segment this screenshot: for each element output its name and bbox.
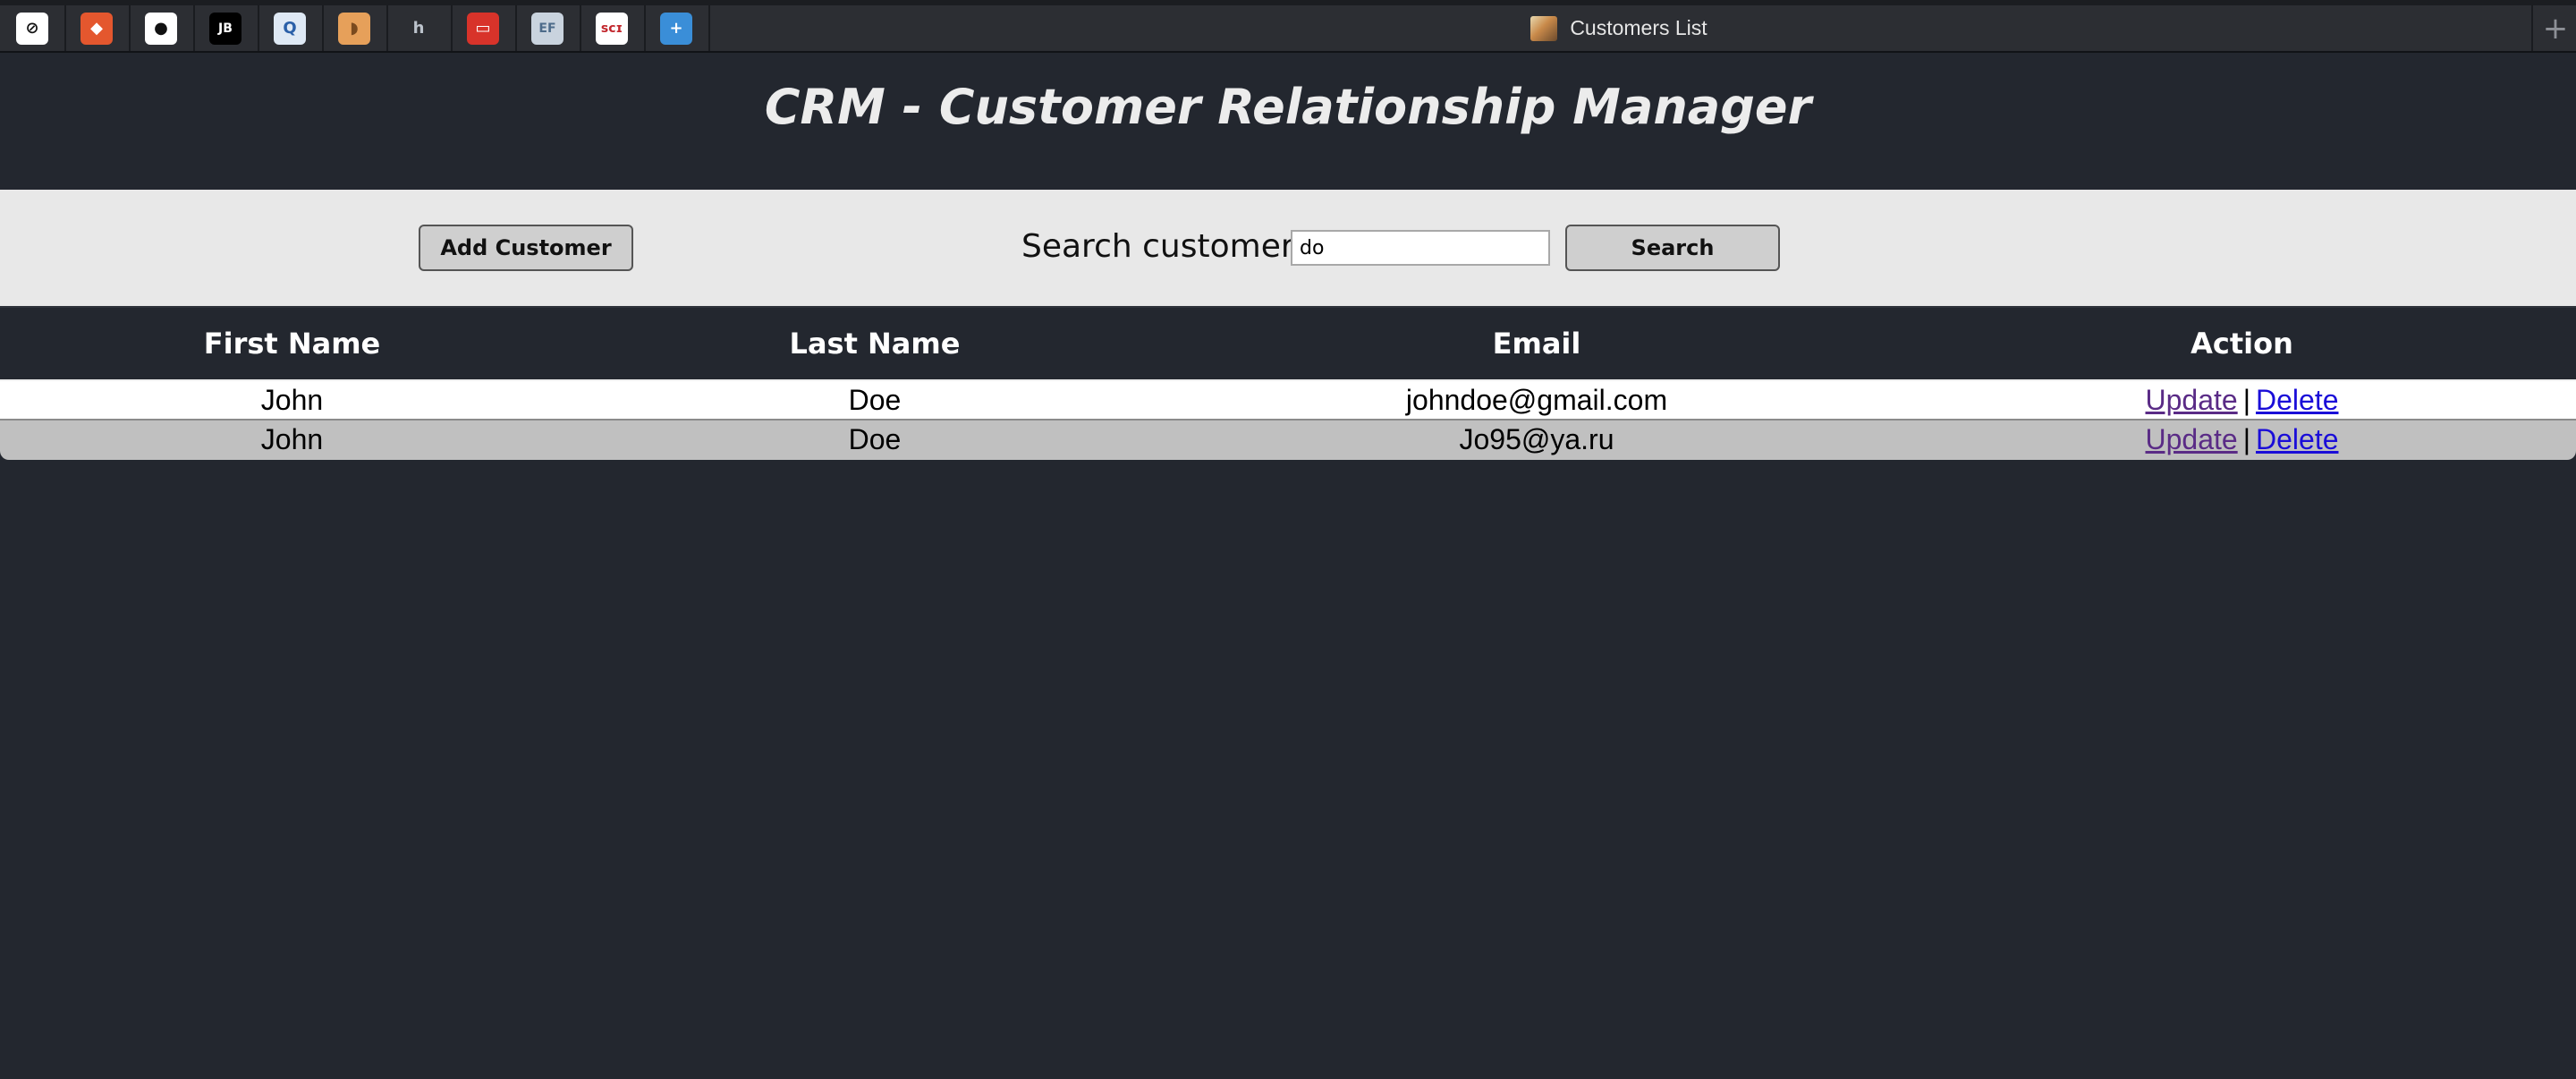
- bread-icon: ◗: [338, 12, 370, 45]
- pinned-tab[interactable]: Q: [258, 5, 324, 51]
- action-cell: Update | Delete: [1908, 381, 2576, 419]
- ef-icon: EF: [531, 12, 564, 45]
- hibernate-icon: h: [402, 12, 435, 45]
- search-button[interactable]: Search: [1565, 225, 1780, 271]
- pinned-tab[interactable]: JB: [193, 5, 259, 51]
- pinned-tab[interactable]: ◗: [322, 5, 388, 51]
- new-tab-button[interactable]: +: [2531, 5, 2576, 51]
- active-tab-title: Customers List: [1570, 16, 1707, 39]
- delete-link[interactable]: Delete: [2256, 384, 2339, 416]
- last-name-cell: Doe: [848, 423, 902, 455]
- circle-slash-icon: ⊘: [16, 12, 48, 45]
- column-header-action: Action: [2190, 327, 2293, 361]
- pinned-tab[interactable]: EF: [515, 5, 581, 51]
- search-input[interactable]: [1291, 230, 1550, 266]
- pinned-tab[interactable]: ◆: [64, 5, 131, 51]
- plus-square-icon: +: [660, 12, 692, 45]
- action-cell: Update | Delete: [1908, 421, 2576, 460]
- update-link[interactable]: Update: [2146, 423, 2238, 455]
- browser-tab-bar: ⊘ ◆ ● JB Q ◗ h ▭ EF ꜱᴄɪ + Customers List +: [0, 0, 2576, 53]
- search-label: Search customer:: [1021, 228, 1305, 265]
- jetbrains-icon: JB: [209, 12, 242, 45]
- action-separator: |: [2242, 423, 2250, 455]
- last-name-cell: Doe: [848, 384, 902, 416]
- quicksearch-icon: Q: [274, 12, 306, 45]
- pinned-tab[interactable]: ●: [129, 5, 195, 51]
- first-name-cell: John: [260, 384, 324, 416]
- toolbar: Add Customer Search customer: Search: [0, 190, 2576, 306]
- page-header: CRM - Customer Relationship Manager: [0, 53, 2576, 190]
- active-tab[interactable]: Customers List: [707, 5, 2531, 51]
- update-link[interactable]: Update: [2146, 384, 2238, 416]
- add-customer-button[interactable]: Add Customer: [419, 225, 633, 271]
- first-name-cell: John: [260, 423, 324, 455]
- msci-icon: ꜱᴄɪ: [596, 12, 628, 45]
- email-cell: Jo95@ya.ru: [1459, 423, 1614, 455]
- pinned-tab[interactable]: ▭: [451, 5, 517, 51]
- page-title: CRM - Customer Relationship Manager: [764, 79, 1812, 135]
- pinned-tab[interactable]: +: [644, 5, 710, 51]
- customers-tab-icon: [1530, 15, 1558, 41]
- column-header-first-name: First Name: [203, 327, 381, 361]
- table-row: John Doe johndoe@gmail.com Update | Delete: [0, 381, 2576, 421]
- oracle-icon: ▭: [467, 12, 499, 45]
- customers-table: First Name Last Name Email Action John D…: [0, 306, 2576, 460]
- table-header-row: First Name Last Name Email Action: [0, 306, 2576, 381]
- delete-link[interactable]: Delete: [2256, 423, 2339, 455]
- action-separator: |: [2242, 384, 2250, 416]
- git-icon: ◆: [80, 12, 113, 45]
- table-row: John Doe Jo95@ya.ru Update | Delete: [0, 421, 2576, 460]
- pinned-tab[interactable]: ꜱᴄɪ: [580, 5, 646, 51]
- column-header-email: Email: [1492, 327, 1581, 361]
- email-cell: johndoe@gmail.com: [1405, 384, 1668, 416]
- column-header-last-name: Last Name: [789, 327, 961, 361]
- pinned-tab[interactable]: ⊘: [0, 5, 66, 51]
- pinned-tab[interactable]: h: [386, 5, 453, 51]
- github-icon: ●: [145, 12, 177, 45]
